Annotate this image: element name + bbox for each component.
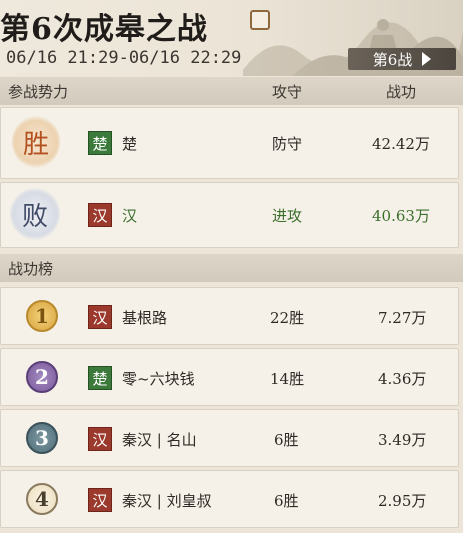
faction-badge-chu: 楚 <box>88 366 112 390</box>
player-name: 基根路 <box>122 308 168 327</box>
player-name: 秦汉 | 名山 <box>122 430 197 449</box>
faction-name: 楚 <box>122 134 138 153</box>
player-merit: 4.36万 <box>378 369 427 388</box>
loser-row-content: 汉 汉 进攻 40.63万 <box>0 202 463 228</box>
ranking-title: 战功榜 <box>8 259 54 278</box>
faction-badge-han: 汉 <box>88 427 112 451</box>
player-name: 零~六块钱 <box>122 369 195 388</box>
faction-role: 进攻 <box>272 206 303 225</box>
player-wins: 14胜 <box>270 369 305 388</box>
faction-badge-han: 汉 <box>88 305 112 329</box>
battle-time-range: 06/16 21:29-06/16 22:29 <box>6 48 242 68</box>
ranking-row-content: 汉 基根路 22胜 7.27万 <box>0 304 463 330</box>
faction-merit: 42.42万 <box>372 134 430 153</box>
winner-row-content: 楚 楚 防守 42.42万 <box>0 130 463 156</box>
faction-role: 防守 <box>272 134 303 153</box>
ranking-header: 战功榜 <box>0 254 463 282</box>
col-factions: 参战势力 <box>8 82 69 101</box>
player-name: 秦汉 | 刘皇叔 <box>122 491 212 510</box>
player-wins: 22胜 <box>270 308 305 327</box>
player-wins: 6胜 <box>274 491 299 510</box>
col-merit: 战功 <box>386 82 417 101</box>
share-icon[interactable] <box>250 10 270 30</box>
battle-index-label: 第6战 <box>372 50 413 69</box>
ranking-row-content: 楚 零~六块钱 14胜 4.36万 <box>0 365 463 391</box>
next-arrow-icon <box>422 52 432 66</box>
factions-header: 参战势力 攻守 战功 <box>0 77 463 105</box>
ranking-row-content: 汉 秦汉 | 名山 6胜 3.49万 <box>0 426 463 452</box>
player-merit: 2.95万 <box>378 491 427 510</box>
faction-badge-chu: 楚 <box>88 131 112 155</box>
player-merit: 7.27万 <box>378 308 427 327</box>
battle-index-button[interactable]: 第6战 <box>348 48 456 70</box>
player-merit: 3.49万 <box>378 430 427 449</box>
player-wins: 6胜 <box>274 430 299 449</box>
faction-badge-han: 汉 <box>88 488 112 512</box>
battle-header: 第6次成皋之战 06/16 21:29-06/16 22:29 第6战 <box>0 0 463 76</box>
battle-title: 第6次成皋之战 <box>0 12 208 47</box>
col-role: 攻守 <box>272 82 303 101</box>
faction-merit: 40.63万 <box>372 206 430 225</box>
faction-badge-han: 汉 <box>88 203 112 227</box>
faction-name: 汉 <box>122 206 138 225</box>
ranking-row-content: 汉 秦汉 | 刘皇叔 6胜 2.95万 <box>0 487 463 513</box>
